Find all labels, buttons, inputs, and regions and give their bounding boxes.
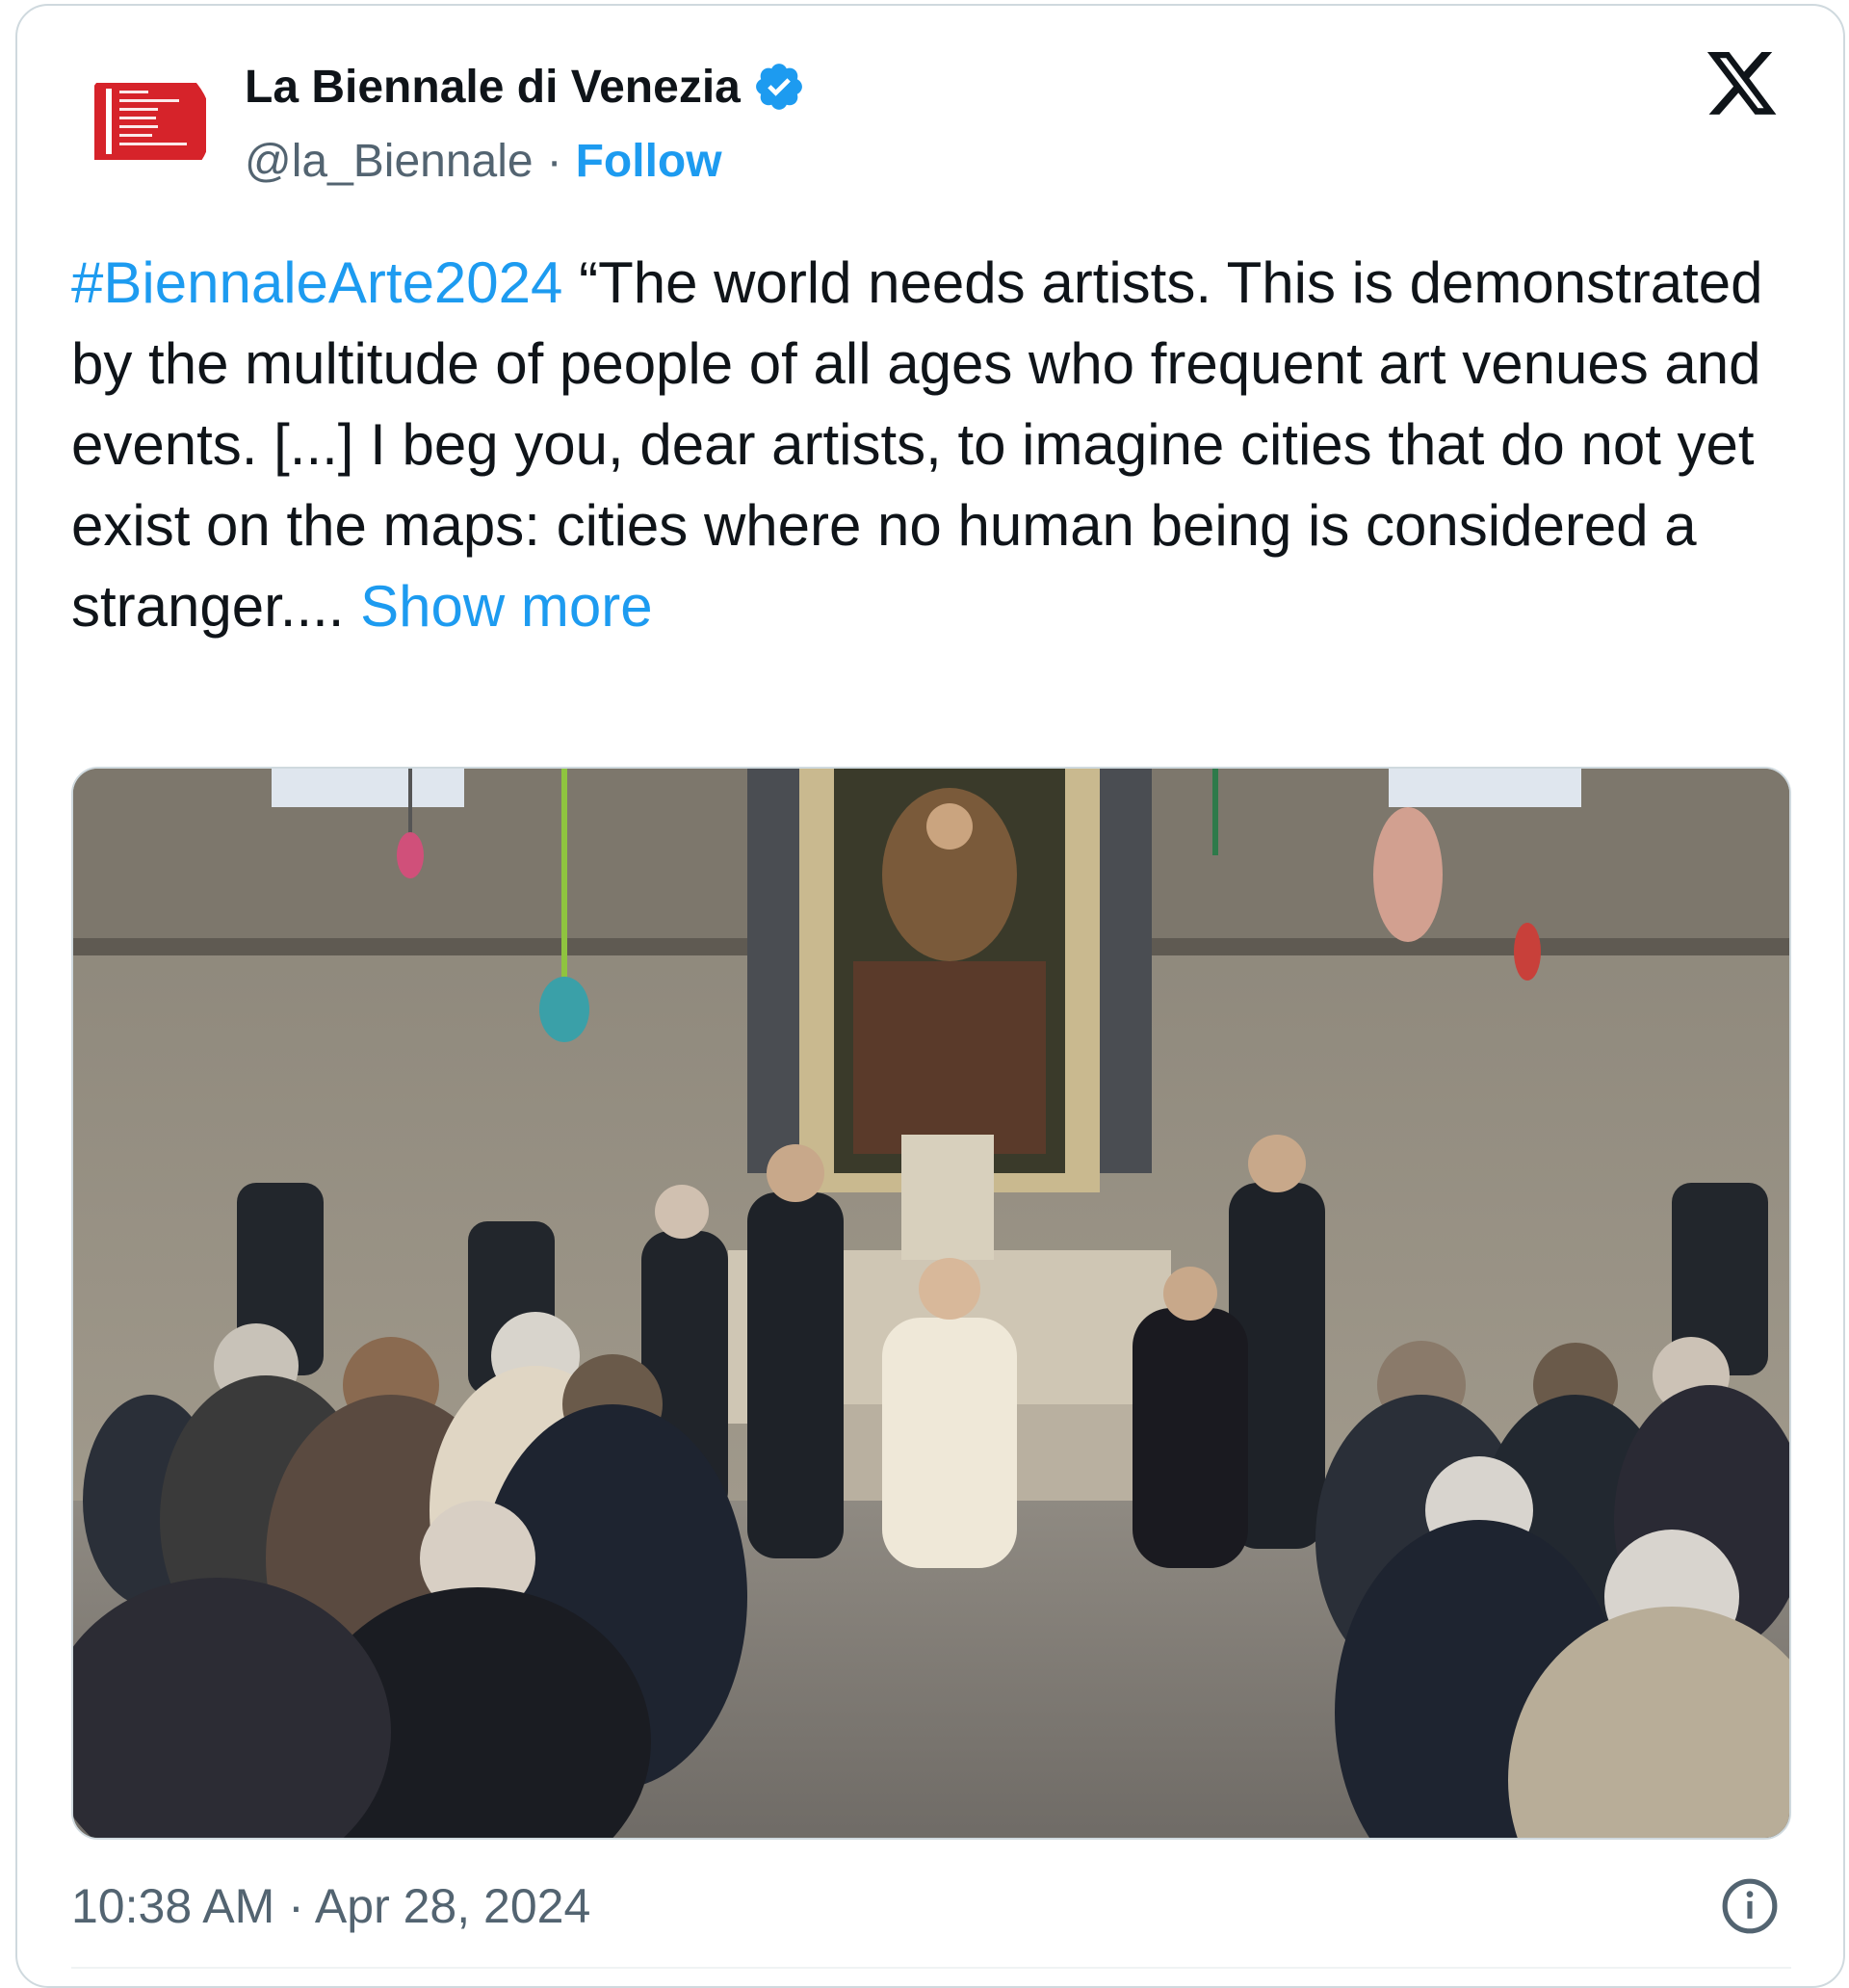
- show-more-link[interactable]: Show more: [360, 574, 652, 639]
- follow-button[interactable]: Follow: [576, 135, 722, 188]
- tweet-text: #BiennaleArte2024 “The world needs artis…: [71, 243, 1785, 647]
- author-name-row[interactable]: La Biennale di Venezia: [245, 60, 806, 114]
- info-icon[interactable]: [1720, 1876, 1780, 1936]
- divider: [71, 1967, 1791, 1969]
- biennale-logo: [94, 83, 206, 160]
- x-logo-icon[interactable]: [1706, 52, 1780, 118]
- tweet-photo[interactable]: [71, 767, 1791, 1840]
- hashtag-link[interactable]: #BiennaleArte2024: [71, 250, 562, 315]
- display-name[interactable]: La Biennale di Venezia: [245, 61, 741, 114]
- tweet-timestamp[interactable]: 10:38 AM · Apr 28, 2024: [71, 1878, 590, 1934]
- handle[interactable]: @la_Biennale: [245, 135, 534, 188]
- photo-scene: [73, 769, 1789, 1838]
- avatar[interactable]: [81, 60, 212, 191]
- handle-row: @la_Biennale · Follow: [245, 135, 722, 188]
- verified-badge-icon: [755, 64, 802, 110]
- separator-dot: ·: [546, 136, 562, 187]
